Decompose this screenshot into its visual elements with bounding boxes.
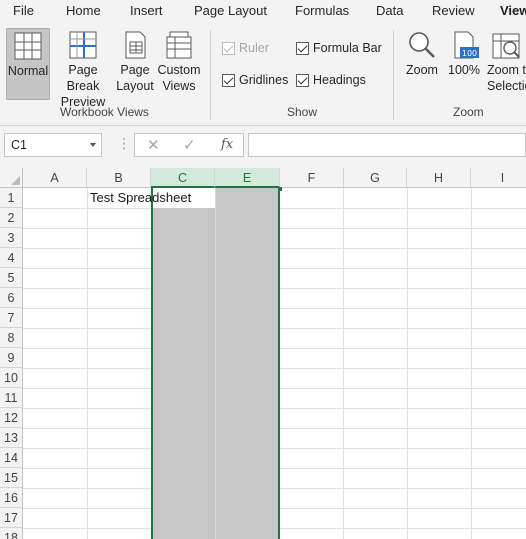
- column-header-c[interactable]: C: [151, 168, 215, 188]
- tab-insert[interactable]: Insert: [130, 3, 163, 18]
- magnifier-icon: [409, 32, 435, 58]
- page-break-label-1: Page Break: [66, 63, 100, 93]
- row-header-3[interactable]: 3: [0, 228, 23, 248]
- formula-bar-label: Formula Bar: [313, 41, 382, 55]
- normal-view-label: Normal: [7, 64, 49, 78]
- row-header-14[interactable]: 14: [0, 448, 23, 468]
- tab-home[interactable]: Home: [66, 3, 101, 18]
- selection-column-divider: [215, 188, 216, 539]
- normal-view-icon: [14, 32, 42, 60]
- zoom-to-selection-button[interactable]: Zoom to Selection: [485, 28, 526, 100]
- row-header-15[interactable]: 15: [0, 468, 23, 488]
- enter-icon[interactable]: ✓: [183, 136, 196, 154]
- page-layout-button[interactable]: Page Layout: [115, 28, 155, 100]
- row-header-18[interactable]: 18: [0, 528, 23, 539]
- page-layout-label-1: Page: [120, 63, 150, 77]
- chevron-down-icon[interactable]: [90, 143, 96, 147]
- zoom-100-button[interactable]: 100 100%: [445, 28, 483, 100]
- column-header-f[interactable]: F: [280, 168, 344, 188]
- select-all-button[interactable]: [0, 168, 23, 188]
- ribbon-tab-bar: File Home Insert Page Layout Formulas Da…: [0, 0, 526, 24]
- zoom-100-icon-text: 100: [462, 49, 477, 58]
- tab-page-layout[interactable]: Page Layout: [194, 3, 267, 18]
- column-header-e[interactable]: E: [215, 168, 280, 188]
- ruler-label: Ruler: [239, 41, 269, 55]
- checkbox-box: [222, 41, 235, 55]
- row-header-2[interactable]: 2: [0, 208, 23, 228]
- column-header-b[interactable]: B: [87, 168, 151, 188]
- show-group-label: Show: [287, 105, 318, 119]
- zoom-button[interactable]: Zoom: [401, 28, 443, 100]
- checkbox-box: [222, 73, 235, 87]
- name-box-value: C1: [11, 138, 27, 152]
- page-break-preview-icon: [69, 31, 97, 59]
- tab-review[interactable]: Review: [432, 3, 475, 18]
- checkbox-box: [296, 73, 309, 87]
- tab-data[interactable]: Data: [376, 3, 403, 18]
- column-header-a[interactable]: A: [23, 168, 87, 188]
- row-header-6[interactable]: 6: [0, 288, 23, 308]
- row-header-7[interactable]: 7: [0, 308, 23, 328]
- page-layout-label-2: Layout: [116, 79, 154, 93]
- zoom-to-selection-label-1: Zoom to: [487, 63, 526, 77]
- fill-handle[interactable]: [278, 187, 282, 191]
- column-header-i[interactable]: I: [471, 168, 526, 188]
- name-box[interactable]: C1: [4, 133, 102, 157]
- headings-checkbox[interactable]: Headings: [296, 73, 366, 87]
- tab-view[interactable]: View: [500, 3, 526, 18]
- gridline: [87, 188, 88, 539]
- zoom-100-label: 100%: [448, 63, 480, 77]
- zoom-group-label: Zoom: [453, 105, 484, 119]
- zoom-100-icon: 100: [454, 31, 479, 59]
- page-layout-icon: [125, 31, 146, 59]
- group-separator: [393, 30, 394, 120]
- ribbon: Normal Page Break Preview Page Layout Cu…: [0, 24, 526, 126]
- column-header-g[interactable]: G: [344, 168, 407, 188]
- formula-bar-area: C1 ⋮ ✕ ✓ fx: [0, 126, 526, 168]
- workbook-views-group-label: Workbook Views: [60, 105, 149, 119]
- row-header-17[interactable]: 17: [0, 508, 23, 528]
- worksheet-grid[interactable]: A B C E F G H I Test Spreadsheet 1 2 3 4…: [0, 168, 526, 539]
- formula-buttons: ✕ ✓ fx: [134, 133, 244, 157]
- row-header-12[interactable]: 12: [0, 408, 23, 428]
- checkbox-box: [296, 41, 309, 55]
- row-header-1[interactable]: 1: [0, 188, 23, 208]
- formula-bar-grip-icon: ⋮: [117, 135, 131, 151]
- cancel-icon[interactable]: ✕: [147, 136, 160, 154]
- row-header-9[interactable]: 9: [0, 348, 23, 368]
- zoom-to-selection-label-2: Selection: [487, 79, 526, 93]
- ruler-checkbox[interactable]: Ruler: [222, 41, 269, 55]
- gridlines-checkbox[interactable]: Gridlines: [222, 73, 288, 87]
- custom-views-icon: [166, 31, 192, 59]
- row-header-16[interactable]: 16: [0, 488, 23, 508]
- formula-bar-checkbox[interactable]: Formula Bar: [296, 41, 382, 55]
- zoom-to-selection-icon: [492, 33, 520, 59]
- gridline: [343, 188, 344, 539]
- row-header-13[interactable]: 13: [0, 428, 23, 448]
- cell-b1[interactable]: Test Spreadsheet: [90, 190, 191, 205]
- row-header-4[interactable]: 4: [0, 248, 23, 268]
- tab-formulas[interactable]: Formulas: [295, 3, 349, 18]
- row-header-10[interactable]: 10: [0, 368, 23, 388]
- gridlines-label: Gridlines: [239, 73, 289, 87]
- group-separator: [210, 30, 211, 120]
- gridline: [407, 188, 408, 539]
- custom-views-label-1: Custom: [157, 63, 201, 77]
- tab-file[interactable]: File: [13, 3, 34, 18]
- custom-views-button[interactable]: Custom Views: [156, 28, 202, 100]
- page-break-preview-button[interactable]: Page Break Preview: [52, 28, 114, 109]
- gridline: [471, 188, 472, 539]
- formula-input[interactable]: [248, 133, 526, 157]
- column-header-h[interactable]: H: [407, 168, 471, 188]
- row-header-5[interactable]: 5: [0, 268, 23, 288]
- row-header-11[interactable]: 11: [0, 388, 23, 408]
- normal-view-button[interactable]: Normal: [6, 28, 50, 100]
- insert-function-icon[interactable]: fx: [221, 137, 233, 152]
- custom-views-label-2: Views: [162, 79, 196, 93]
- row-header-8[interactable]: 8: [0, 328, 23, 348]
- zoom-label: Zoom: [406, 63, 438, 77]
- headings-label: Headings: [313, 73, 366, 87]
